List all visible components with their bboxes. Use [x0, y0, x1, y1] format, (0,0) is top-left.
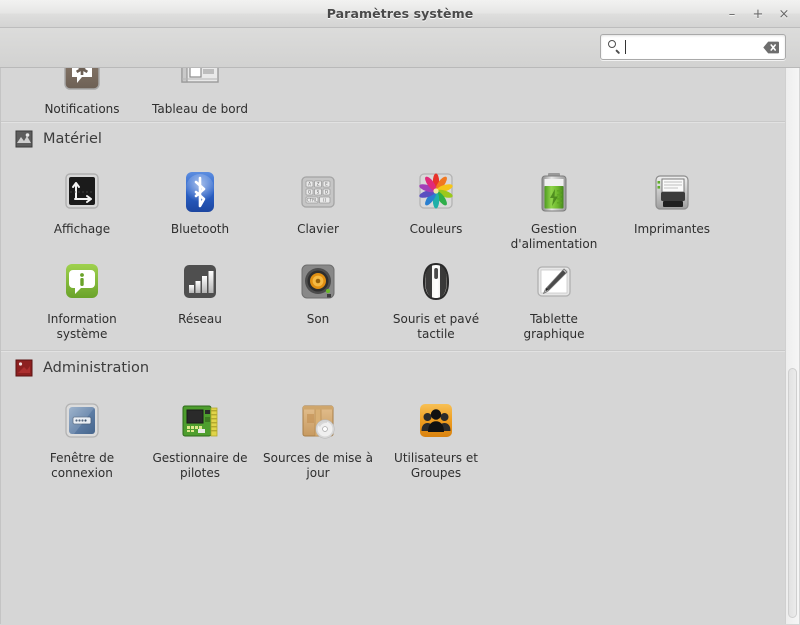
window-controls: – + ×: [724, 0, 792, 28]
search-box[interactable]: [600, 34, 786, 60]
login-window-icon: [58, 397, 106, 445]
close-icon[interactable]: ×: [776, 6, 792, 22]
settings-item-gestion-alimentation[interactable]: Gestion d'alimentation: [495, 162, 613, 252]
colors-icon: [412, 168, 460, 216]
settings-item-label: Information système: [47, 312, 117, 341]
settings-item-label: Utilisateurs et Groupes: [394, 451, 478, 480]
sound-speaker-icon: [294, 258, 342, 306]
power-battery-icon: [530, 168, 578, 216]
settings-item-label: Bluetooth: [170, 222, 230, 236]
settings-item-label: Souris et pavé tactile: [392, 312, 480, 341]
system-info-icon: [58, 258, 106, 306]
titlebar: Paramètres système – + ×: [0, 0, 800, 28]
settings-item-label: Réseau: [178, 312, 222, 326]
settings-item-label: Fenêtre de connexion: [49, 451, 115, 480]
system-settings-window: Paramètres système – + × ✱ Notifications…: [0, 0, 800, 625]
settings-item-tableau-de-bord[interactable]: Tableau de bord: [141, 68, 259, 117]
network-signal-icon: [176, 258, 224, 306]
scrollbar-thumb[interactable]: [788, 368, 797, 618]
section-title: Matériel: [43, 131, 102, 147]
settings-item-notifications[interactable]: ✱ Notifications: [23, 68, 141, 117]
section-title: Administration: [43, 360, 150, 376]
hardware-icon: [15, 130, 33, 148]
settings-item-gestionnaire-de-pilotes[interactable]: Gestionnaire de pilotes: [141, 391, 259, 481]
settings-item-couleurs[interactable]: Couleurs: [377, 162, 495, 252]
update-sources-icon: [294, 397, 342, 445]
settings-grid-container: ✱ Notifications Tableau de bord Matériel…: [1, 68, 787, 489]
driver-manager-icon: [176, 397, 224, 445]
section-header-materiel: Matériel: [1, 121, 787, 156]
settings-item-imprimantes[interactable]: Imprimantes: [613, 162, 731, 252]
settings-item-label: Clavier: [297, 222, 339, 236]
settings-item-tablette-graphique[interactable]: Tablette graphique: [495, 252, 613, 342]
settings-item-information-systeme[interactable]: Information système: [23, 252, 141, 342]
maximize-icon[interactable]: +: [750, 6, 766, 22]
svg-text:(): (): [323, 198, 327, 203]
settings-item-label: Tablette graphique: [523, 312, 585, 341]
settings-item-sources-de-mise-a-jour[interactable]: Sources de mise à jour: [259, 391, 377, 481]
window-title: Paramètres système: [326, 6, 474, 21]
mouse-icon: [412, 258, 460, 306]
section-header-administration: Administration: [1, 350, 787, 385]
settings-item-bluetooth[interactable]: Bluetooth: [141, 162, 259, 252]
settings-item-label: Sources de mise à jour: [263, 451, 373, 480]
section-grid-administration: Fenêtre de connexion Gestionnaire de pil…: [1, 385, 787, 489]
graphics-tablet-icon: [530, 258, 578, 306]
search-input[interactable]: [626, 40, 763, 54]
vertical-scrollbar[interactable]: [785, 68, 799, 624]
administration-icon: [15, 359, 33, 377]
display-icon: [58, 168, 106, 216]
keyboard-icon: AZE QSD CTRL(): [294, 168, 342, 216]
bluetooth-icon: [176, 168, 224, 216]
settings-item-label: Affichage: [53, 222, 111, 236]
settings-item-label: Tableau de bord: [152, 102, 248, 116]
partial-top-row: ✱ Notifications Tableau de bord: [1, 68, 787, 121]
settings-item-affichage[interactable]: Affichage: [23, 162, 141, 252]
printer-icon: [648, 168, 696, 216]
svg-text:D: D: [325, 190, 328, 195]
settings-item-son[interactable]: Son: [259, 252, 377, 342]
settings-item-fenetre-de-connexion[interactable]: Fenêtre de connexion: [23, 391, 141, 481]
settings-item-reseau[interactable]: Réseau: [141, 252, 259, 342]
svg-text:E: E: [325, 182, 328, 187]
minimize-icon[interactable]: –: [724, 6, 740, 22]
svg-text:A: A: [308, 182, 311, 187]
settings-item-label: Couleurs: [409, 222, 463, 236]
settings-item-souris-pave-tactile[interactable]: Souris et pavé tactile: [377, 252, 495, 342]
section-grid-materiel: Affichage Bluetooth A Z E Q S D CTRL () …: [1, 156, 787, 350]
clear-backspace-icon[interactable]: [763, 41, 779, 54]
settings-item-label: Son: [306, 312, 330, 326]
dashboard-icon: [176, 68, 224, 96]
notifications-icon: ✱: [58, 68, 106, 96]
svg-text:S: S: [317, 190, 320, 195]
settings-item-clavier[interactable]: AZE QSD CTRL() Clavier: [259, 162, 377, 252]
settings-item-label: Gestionnaire de pilotes: [152, 451, 248, 480]
svg-text:CTRL: CTRL: [307, 198, 318, 203]
settings-item-label: Imprimantes: [633, 222, 711, 236]
toolbar: [0, 28, 800, 68]
search-icon: [607, 40, 621, 54]
settings-item-label: Notifications: [44, 102, 120, 116]
svg-text:✱: ✱: [75, 68, 89, 80]
users-groups-icon: [412, 397, 460, 445]
settings-scroll-area[interactable]: ✱ Notifications Tableau de bord Matériel…: [0, 68, 800, 624]
settings-item-utilisateurs-et-groupes[interactable]: Utilisateurs et Groupes: [377, 391, 495, 481]
settings-item-label: Gestion d'alimentation: [510, 222, 598, 251]
svg-text:Z: Z: [317, 182, 320, 187]
